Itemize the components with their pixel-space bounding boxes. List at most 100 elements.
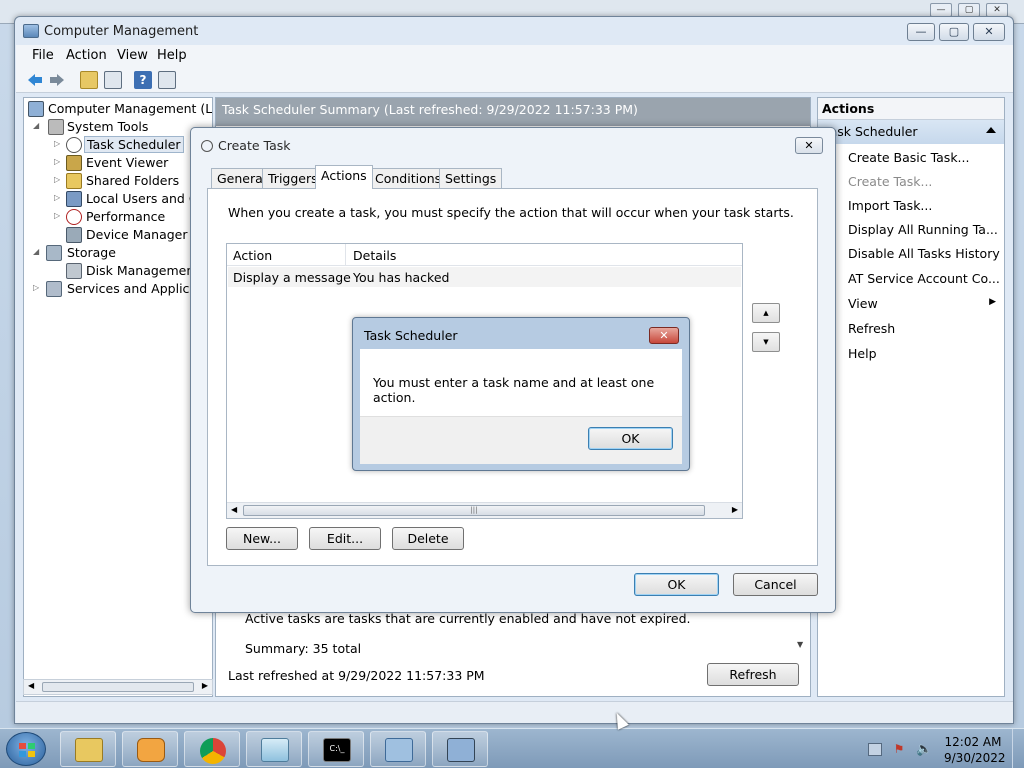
command-prompt-icon: C:\_ <box>323 738 351 762</box>
menu-view[interactable]: View <box>117 48 148 63</box>
expand-icon[interactable]: ▷ <box>54 175 60 184</box>
scroll-left-icon[interactable]: ◀ <box>28 681 34 690</box>
menu-bar: File Action View Help <box>16 45 1013 67</box>
action-at-service-account[interactable]: AT Service Account Co... <box>848 271 1000 286</box>
scroll-thumb[interactable] <box>42 682 194 692</box>
action-view[interactable]: View <box>848 296 878 311</box>
expand-icon[interactable]: ▷ <box>54 211 60 220</box>
close-button[interactable]: ✕ <box>973 23 1005 41</box>
maximize-button[interactable]: ▢ <box>939 23 969 41</box>
show-desktop-button[interactable] <box>1012 729 1024 768</box>
taskbar-chrome[interactable] <box>184 731 240 767</box>
computer-icon <box>28 101 44 117</box>
taskbar: C:\_ ⚑ 🔈 12:02 AM 9/30/2022 <box>0 728 1024 768</box>
message-ok-button[interactable]: OK <box>588 427 673 450</box>
action-disable-tasks-history[interactable]: Disable All Tasks History <box>848 246 1000 261</box>
scroll-right-icon[interactable]: ▶ <box>732 505 738 514</box>
delete-action-button[interactable]: Delete <box>392 527 464 550</box>
action-refresh[interactable]: Refresh <box>848 321 895 336</box>
create-task-close-button[interactable]: ✕ <box>795 137 823 154</box>
tools-icon <box>48 119 64 135</box>
edit-action-button[interactable]: Edit... <box>309 527 381 550</box>
computer-management-icon <box>447 738 475 762</box>
show-hide-action-pane-icon[interactable] <box>158 71 176 89</box>
message-box-close-button[interactable]: ✕ <box>649 327 679 344</box>
show-hide-tree-icon[interactable] <box>104 71 122 89</box>
new-action-button[interactable]: New... <box>226 527 298 550</box>
action-display-running-tasks[interactable]: Display All Running Ta... <box>848 222 998 237</box>
control-panel-icon <box>385 738 413 762</box>
console-tree: Computer Management (Local ◢ System Tool… <box>23 97 213 697</box>
window-title: Computer Management <box>44 24 199 39</box>
taskbar-explorer[interactable] <box>60 731 116 767</box>
minimize-button[interactable]: — <box>907 23 935 41</box>
action-center-icon[interactable]: ⚑ <box>892 743 906 756</box>
taskbar-control-panel[interactable] <box>370 731 426 767</box>
expand-icon[interactable]: ▷ <box>54 157 60 166</box>
start-button[interactable] <box>6 732 46 766</box>
cancel-button[interactable]: Cancel <box>733 573 818 596</box>
expand-icon[interactable]: ▷ <box>54 139 60 148</box>
action-help[interactable]: Help <box>848 346 877 361</box>
tree-horizontal-scrollbar[interactable]: ◀ ▶ <box>23 679 213 695</box>
actions-header: Actions <box>818 98 1004 120</box>
details-cell: You has hacked <box>353 270 450 285</box>
task-scheduler-message-box: Task Scheduler ✕ You must enter a task n… <box>352 317 690 471</box>
clock-icon <box>66 137 82 153</box>
scroll-down-icon[interactable]: ▼ <box>797 640 803 649</box>
actions-description: When you create a task, you must specify… <box>228 205 794 220</box>
active-tasks-description: Active tasks are tasks that are currentl… <box>245 611 691 626</box>
action-create-basic-task[interactable]: Create Basic Task... <box>848 150 969 165</box>
message-box-footer: OK <box>360 416 682 464</box>
network-icon[interactable] <box>868 743 882 756</box>
move-up-button[interactable]: ▲ <box>752 303 780 323</box>
taskbar-command-prompt[interactable]: C:\_ <box>308 731 364 767</box>
expand-icon[interactable]: ▷ <box>54 193 60 202</box>
notepad-icon <box>261 738 289 762</box>
up-folder-icon[interactable] <box>80 71 98 89</box>
ok-button[interactable]: OK <box>634 573 719 596</box>
column-header-details[interactable]: Details <box>353 248 396 263</box>
tasks-summary: Summary: 35 total <box>245 641 362 656</box>
actions-section-task-scheduler[interactable]: Task Scheduler <box>818 120 1004 144</box>
menu-action[interactable]: Action <box>66 48 107 63</box>
expand-icon[interactable]: ▷ <box>33 283 39 292</box>
tab-actions[interactable]: Actions <box>315 165 373 189</box>
forward-icon[interactable] <box>48 71 66 89</box>
minimize-icon[interactable]: — <box>930 3 952 17</box>
media-player-icon <box>137 738 165 762</box>
move-down-button[interactable]: ▼ <box>752 332 780 352</box>
taskbar-media-player[interactable] <box>122 731 178 767</box>
menu-help[interactable]: Help <box>157 48 187 63</box>
folder-icon <box>75 738 103 762</box>
users-icon <box>66 191 82 207</box>
toolbar: ? <box>16 67 1013 93</box>
column-separator <box>345 244 346 266</box>
action-import-task[interactable]: Import Task... <box>848 198 932 213</box>
scroll-thumb[interactable]: ||| <box>243 505 705 516</box>
actions-list-hscrollbar[interactable]: ◀ ||| ▶ <box>227 502 742 518</box>
scroll-left-icon[interactable]: ◀ <box>231 505 237 514</box>
taskbar-notepad[interactable] <box>246 731 302 767</box>
help-icon[interactable]: ? <box>134 71 152 89</box>
taskbar-computer-management[interactable] <box>432 731 488 767</box>
collapse-icon[interactable]: ◢ <box>33 247 39 256</box>
computer-management-icon <box>23 24 39 38</box>
tab-settings[interactable]: Settings <box>439 168 503 189</box>
collapse-arrow-icon[interactable] <box>986 127 996 133</box>
table-row[interactable]: Display a message You has hacked <box>228 267 741 287</box>
volume-icon[interactable]: 🔈 <box>916 743 932 756</box>
collapse-icon[interactable]: ◢ <box>33 121 39 130</box>
maximize-icon[interactable]: ▢ <box>958 3 980 17</box>
tab-conditions[interactable]: Conditions <box>369 168 448 189</box>
menu-file[interactable]: File <box>32 48 54 63</box>
system-clock[interactable]: 12:02 AM 9/30/2022 <box>944 734 1006 766</box>
back-icon[interactable] <box>26 71 44 89</box>
refresh-button[interactable]: Refresh <box>707 663 799 686</box>
clock-time: 12:02 AM <box>944 735 1002 749</box>
submenu-arrow-icon: ▶ <box>989 297 996 307</box>
scroll-right-icon[interactable]: ▶ <box>202 681 208 690</box>
column-header-action[interactable]: Action <box>233 248 272 263</box>
disk-icon <box>66 263 82 279</box>
close-icon[interactable]: ✕ <box>986 3 1008 17</box>
